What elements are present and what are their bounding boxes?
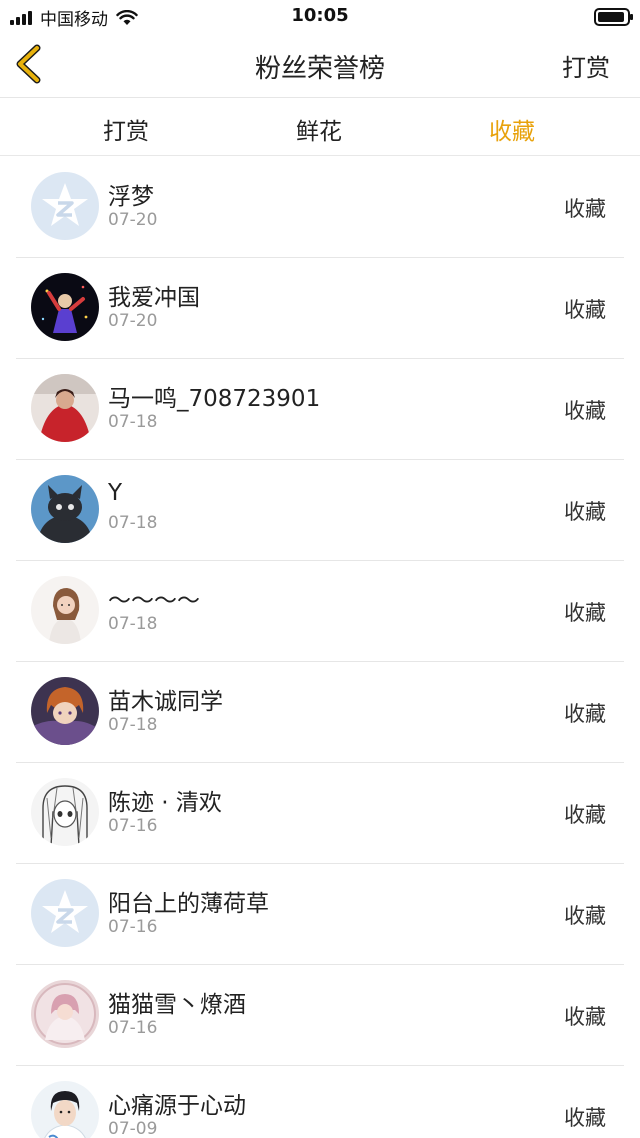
user-name: 陈迹 · 清欢	[108, 790, 222, 816]
item-date: 07-20	[108, 311, 158, 331]
list-item[interactable]: 浮梦 07-20 收藏	[0, 157, 640, 258]
item-date: 07-16	[108, 1018, 158, 1038]
action-label: 收藏	[564, 399, 606, 423]
action-label: 收藏	[564, 702, 606, 726]
boy-portrait-avatar	[31, 1081, 99, 1138]
action-label: 收藏	[564, 1106, 606, 1130]
tab-bar: 打赏 鲜花 收藏	[0, 98, 640, 156]
user-name: 猫猫雪丶燎酒	[108, 992, 246, 1018]
user-name: 心痛源于心动	[108, 1093, 246, 1119]
tab-flowers[interactable]: 鲜花	[264, 112, 374, 146]
item-date: 07-20	[108, 210, 158, 230]
default-star-avatar	[31, 879, 99, 947]
pink-girl-avatar	[31, 980, 99, 1048]
girl-white-avatar	[31, 576, 99, 644]
action-label: 收藏	[564, 803, 606, 827]
item-date: 07-09	[108, 1119, 158, 1138]
dark-figure-avatar	[31, 273, 99, 341]
reward-button[interactable]: 打赏	[562, 48, 610, 83]
user-name: 马一鸣_708723901	[108, 386, 321, 412]
fan-list: 浮梦 07-20 收藏 我爱冲国 07-20 收藏 马一鸣_708723901 …	[0, 157, 640, 1138]
action-label: 收藏	[564, 601, 606, 625]
list-item[interactable]: ～～～～ 07-18 收藏	[0, 561, 640, 662]
action-label: 收藏	[564, 500, 606, 524]
anime-boy-avatar	[31, 677, 99, 745]
list-item[interactable]: 心痛源于心动 07-09 收藏	[0, 1066, 640, 1138]
item-date: 07-18	[108, 412, 158, 432]
status-bar: 中国移动 10:05	[0, 0, 640, 32]
battery-icon	[594, 8, 633, 26]
list-item[interactable]: Y 07-18 收藏	[0, 460, 640, 561]
black-cat-avatar	[31, 475, 99, 543]
item-date: 07-16	[108, 816, 158, 836]
status-time: 10:05	[291, 5, 349, 26]
user-name: Y	[108, 480, 123, 506]
user-name: ～～～～	[108, 588, 200, 614]
item-date: 07-18	[108, 513, 158, 533]
list-item[interactable]: 阳台上的薄荷草 07-16 收藏	[0, 864, 640, 965]
action-label: 收藏	[564, 904, 606, 928]
red-dress-avatar	[31, 374, 99, 442]
item-date: 07-18	[108, 614, 158, 634]
list-item[interactable]: 陈迹 · 清欢 07-16 收藏	[0, 763, 640, 864]
item-date: 07-16	[108, 917, 158, 937]
user-name: 苗木诚同学	[108, 689, 223, 715]
sketch-girl-avatar	[31, 778, 99, 846]
action-label: 收藏	[564, 197, 606, 221]
tab-reward[interactable]: 打赏	[71, 112, 181, 146]
item-date: 07-18	[108, 715, 158, 735]
user-name: 浮梦	[108, 184, 154, 210]
user-name: 我爱冲国	[108, 285, 200, 311]
action-label: 收藏	[564, 1005, 606, 1029]
page-title: 粉丝荣誉榜	[254, 54, 385, 84]
user-name: 阳台上的薄荷草	[108, 891, 269, 917]
default-star-avatar	[31, 172, 99, 240]
list-item[interactable]: 猫猫雪丶燎酒 07-16 收藏	[0, 965, 640, 1066]
list-item[interactable]: 马一鸣_708723901 07-18 收藏	[0, 359, 640, 460]
list-item[interactable]: 苗木诚同学 07-18 收藏	[0, 662, 640, 763]
tab-favorites[interactable]: 收藏	[457, 112, 567, 146]
action-label: 收藏	[564, 298, 606, 322]
nav-bar: 粉丝荣誉榜 打赏	[0, 32, 640, 98]
list-item[interactable]: 我爱冲国 07-20 收藏	[0, 258, 640, 359]
